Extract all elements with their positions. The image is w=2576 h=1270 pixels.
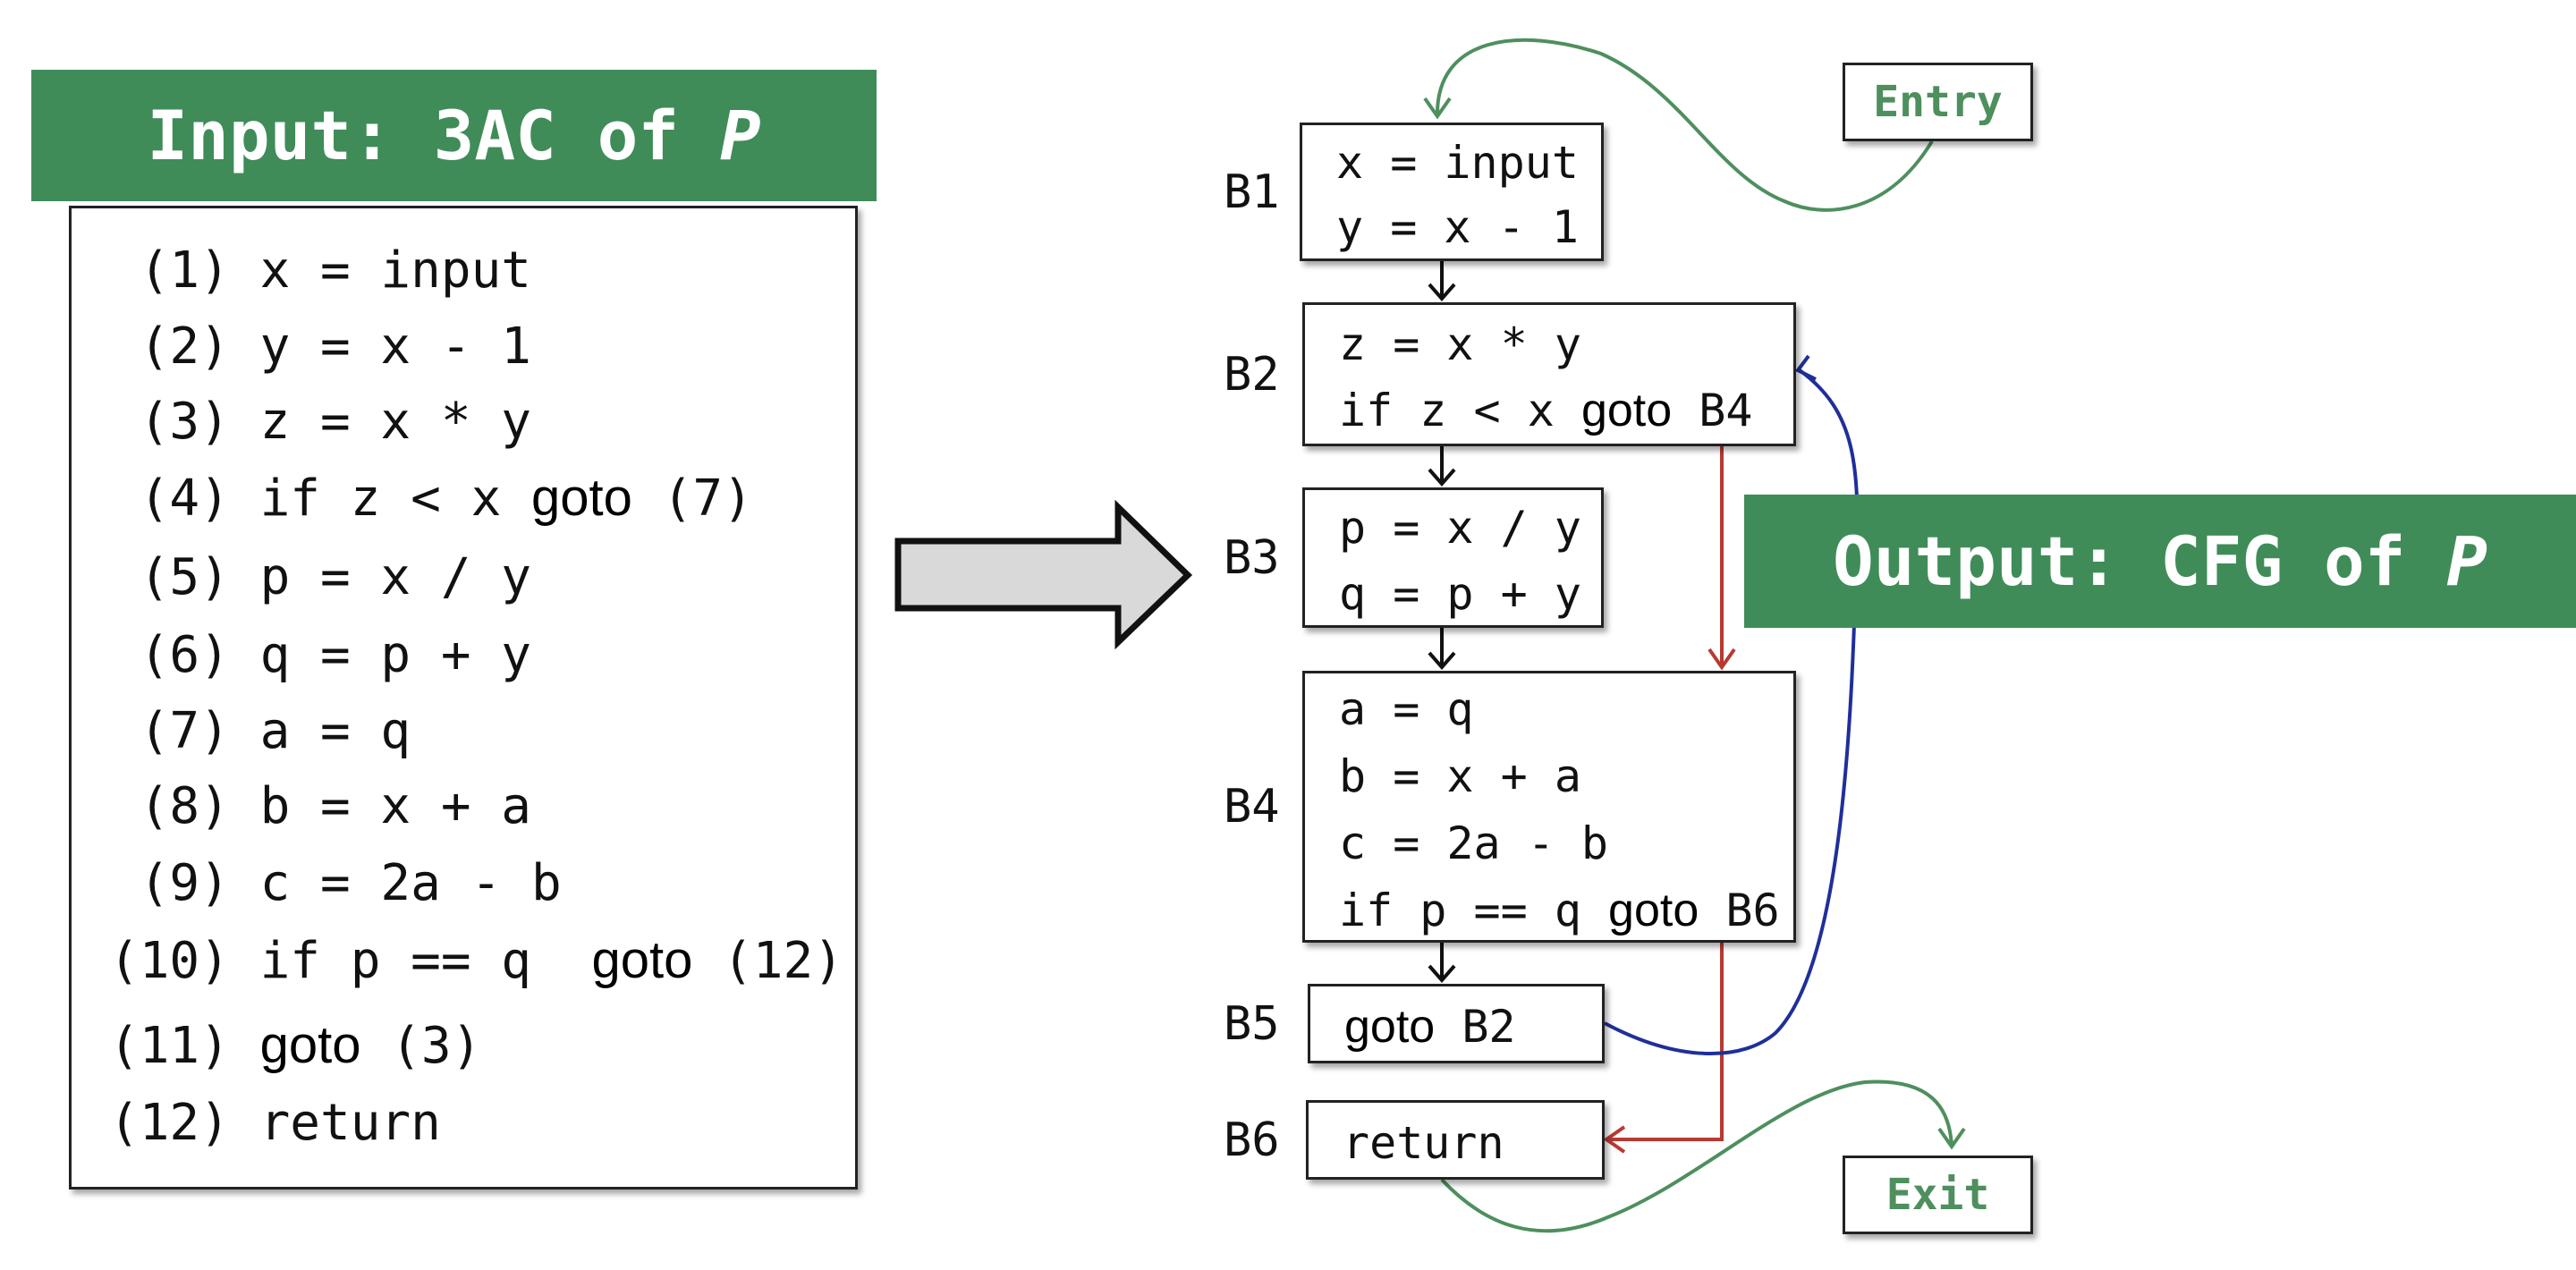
- statement-code: a = q: [1339, 682, 1474, 735]
- statement-code: q = p + y: [1339, 567, 1581, 620]
- statement-code: if z < x: [1339, 384, 1581, 436]
- statement-code: y = x - 1: [1336, 200, 1579, 253]
- statement-code: x = input: [1336, 136, 1579, 189]
- block-statement: b = x + a: [1339, 753, 1581, 800]
- statement-target: B4: [1672, 384, 1753, 436]
- block-label-b5: B5: [1224, 996, 1280, 1051]
- block-statement: c = 2a - b: [1339, 820, 1608, 867]
- statement-code: b = x + a: [1339, 749, 1581, 802]
- goto-keyword: goto: [1580, 384, 1673, 436]
- block-label-b1: B1: [1224, 165, 1280, 219]
- basic-block-b1: x = input y = x - 1: [1300, 123, 1604, 261]
- statement-code: p = x / y: [1339, 501, 1581, 554]
- exit-label: Exit: [1885, 1170, 1990, 1220]
- statement-code: c = 2a - b: [1339, 817, 1609, 869]
- edge-b4-b6: [1606, 943, 1724, 1141]
- basic-block-b5: goto B2: [1308, 984, 1605, 1063]
- basic-block-b2: z = x * y if z < x goto B4: [1302, 302, 1796, 446]
- block-statement: if z < x goto B4: [1339, 387, 1752, 434]
- entry-label: Entry: [1873, 77, 2003, 127]
- statement-target: B6: [1699, 884, 1780, 936]
- basic-block-b4: a = q b = x + a c = 2a - b if p == q goto B…: [1302, 671, 1796, 943]
- statement-code: if p == q: [1339, 884, 1609, 936]
- exit-node: Exit: [1843, 1156, 2033, 1234]
- block-label-b6: B6: [1224, 1113, 1280, 1167]
- statement-target: B2: [1435, 1000, 1516, 1053]
- block-label-b4: B4: [1224, 780, 1280, 834]
- block-statement: q = p + y: [1339, 571, 1581, 617]
- goto-keyword: goto: [1608, 884, 1699, 936]
- diagram-canvas: [894, 38, 1966, 1233]
- transform-arrow-icon: [894, 499, 1193, 650]
- block-label-b2: B2: [1224, 347, 1280, 402]
- block-statement: x = input: [1336, 140, 1579, 186]
- output-header-text: Output: CFG of: [1832, 521, 2447, 601]
- output-header: Output: CFG of P: [1744, 495, 2576, 628]
- statement-code: z = x * y: [1339, 318, 1581, 370]
- statement-code: return: [1343, 1116, 1504, 1169]
- basic-block-b6: return: [1306, 1100, 1605, 1180]
- block-statement: y = x - 1: [1336, 204, 1579, 250]
- block-statement: z = x * y: [1339, 321, 1581, 368]
- block-label-b3: B3: [1224, 530, 1280, 585]
- block-statement: return: [1343, 1120, 1504, 1166]
- block-statement: goto B2: [1344, 1003, 1516, 1050]
- goto-keyword: goto: [1344, 1000, 1436, 1053]
- block-statement: a = q: [1339, 686, 1474, 732]
- block-statement: if p == q goto B6: [1339, 887, 1780, 934]
- block-statement: p = x / y: [1339, 504, 1581, 551]
- output-header-var: P: [2446, 521, 2488, 601]
- basic-block-b3: p = x / y q = p + y: [1302, 487, 1604, 628]
- entry-node: Entry: [1843, 63, 2033, 141]
